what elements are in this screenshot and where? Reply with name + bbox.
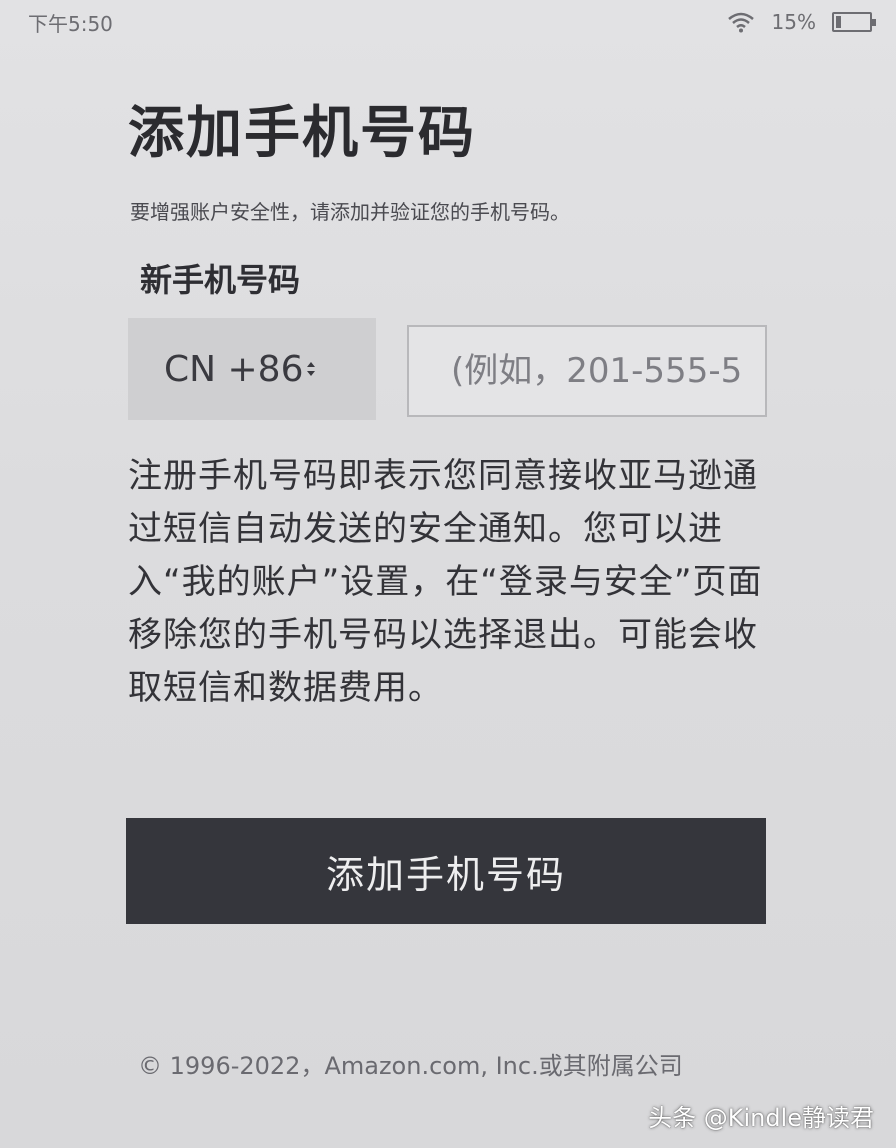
watermark: 头条 @Kindle静读君 xyxy=(648,1104,874,1132)
screen: 下午5:50 15% 添加手机号码 要增强账户安全性，请添加并验证您的手机号码。… xyxy=(0,0,896,1148)
status-right: 15% xyxy=(726,10,876,34)
terms-notice: 注册手机号码即表示您同意接收亚马逊通过短信自动发送的安全通知。您可以进入“我的账… xyxy=(128,456,763,708)
page-subtitle: 要增强账户安全性，请添加并验证您的手机号码。 xyxy=(130,200,570,224)
country-code-select[interactable]: CN +86 xyxy=(128,318,376,420)
battery-percent: 15% xyxy=(771,10,816,34)
copyright-footer: © 1996-2022，Amazon.com, Inc.或其附属公司 xyxy=(138,1052,683,1080)
battery-icon xyxy=(832,12,876,32)
wifi-icon xyxy=(726,11,756,33)
add-phone-button[interactable]: 添加手机号码 xyxy=(126,818,766,924)
phone-field-label: 新手机号码 xyxy=(140,261,301,299)
chevron-updown-icon xyxy=(305,357,317,381)
country-code-value: CN +86 xyxy=(164,348,304,390)
phone-number-input[interactable] xyxy=(407,325,767,417)
battery-fill xyxy=(836,16,841,28)
status-time: 下午5:50 xyxy=(28,12,113,36)
page-title: 添加手机号码 xyxy=(128,101,476,166)
